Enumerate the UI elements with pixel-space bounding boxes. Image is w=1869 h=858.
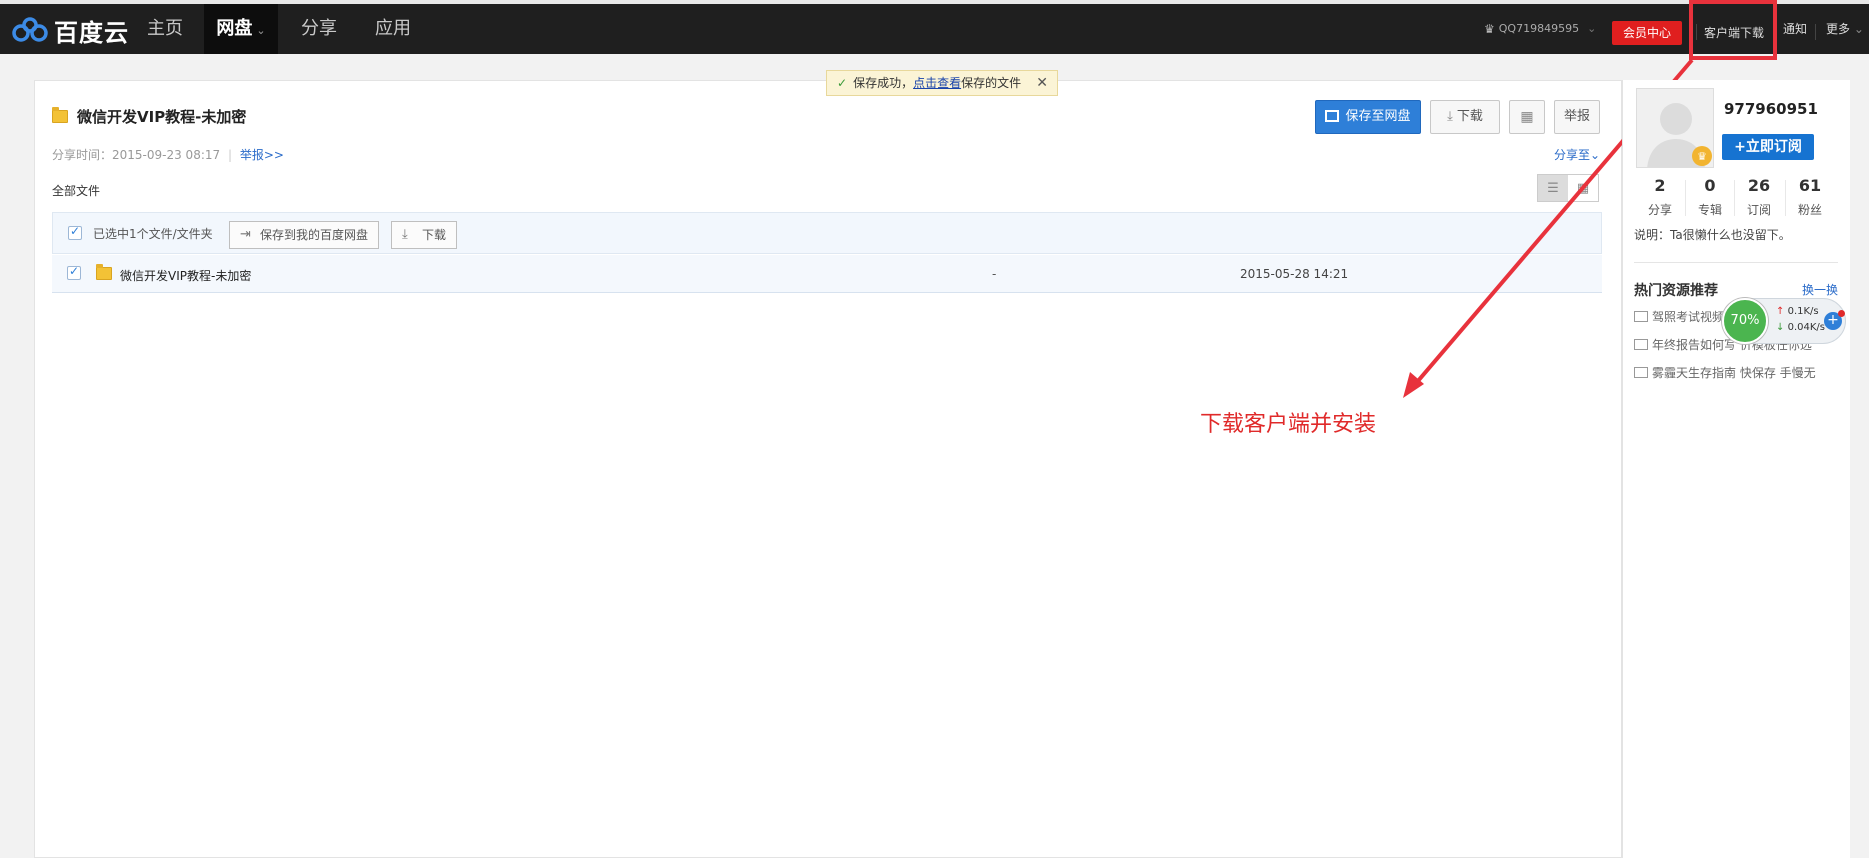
list-item[interactable]: 雾霾天生存指南 快保存 手慢无 — [1634, 364, 1816, 381]
divider — [1634, 262, 1838, 263]
annotation-text: 下载客户端并安装 — [1200, 412, 1377, 437]
stat-label: 分享 — [1647, 203, 1672, 217]
mail-icon — [1634, 311, 1648, 322]
default-avatar-icon: ♛ — [1637, 89, 1713, 167]
stat-value: 2 — [1654, 176, 1666, 195]
divider — [1734, 180, 1735, 216]
avatar[interactable]: ♛ — [1636, 88, 1714, 168]
upload-speed-value: 0.1K/s — [1787, 306, 1819, 317]
hot-item-text: 驾照考试视频 — [1652, 310, 1725, 324]
plus-icon: + — [1734, 139, 1746, 155]
memory-usage-gauge[interactable]: 70% — [1722, 298, 1768, 344]
stat-label: 专辑 — [1697, 203, 1722, 217]
refresh-hot-link[interactable]: 换一换 — [1802, 281, 1838, 298]
stat-value: 26 — [1747, 176, 1771, 195]
stat-value: 0 — [1704, 176, 1716, 195]
svg-text:♛: ♛ — [1697, 150, 1707, 163]
stat-label: 订阅 — [1746, 203, 1771, 217]
divider — [1685, 180, 1686, 216]
arrow-up-icon: ↑ — [1776, 306, 1785, 317]
divider — [1785, 180, 1786, 216]
subscribe-button[interactable]: +立即订阅 — [1722, 134, 1814, 160]
annotation-arrow-icon — [1403, 58, 1694, 398]
arrow-down-icon: ↓ — [1776, 322, 1785, 333]
sharer-id[interactable]: 977960951 — [1724, 100, 1818, 118]
upload-speed: ↑ 0.1K/s — [1776, 306, 1819, 317]
list-item[interactable]: 驾照考试视频 — [1634, 308, 1724, 325]
mail-icon — [1634, 367, 1648, 378]
stat-label: 粉丝 — [1797, 203, 1822, 217]
subscribe-label: 立即订阅 — [1745, 139, 1802, 155]
hot-resources-title: 热门资源推荐 — [1634, 283, 1718, 299]
sharer-intro: 说明：Ta很懒什么也没留下。 — [1634, 228, 1791, 242]
stat-fans[interactable]: 61 粉丝 — [1790, 176, 1830, 218]
stat-subscriptions[interactable]: 26 订阅 — [1739, 176, 1779, 218]
hot-item-text: 雾霾天生存指南 快保存 手慢无 — [1652, 366, 1816, 380]
mail-icon — [1634, 339, 1648, 350]
stat-value: 61 — [1798, 176, 1822, 195]
download-speed: ↓ 0.04K/s — [1776, 322, 1825, 333]
stat-shares[interactable]: 2 分享 — [1640, 176, 1680, 218]
stat-albums[interactable]: 0 专辑 — [1690, 176, 1730, 218]
notification-dot — [1838, 310, 1845, 317]
download-speed-value: 0.04K/s — [1787, 322, 1825, 333]
